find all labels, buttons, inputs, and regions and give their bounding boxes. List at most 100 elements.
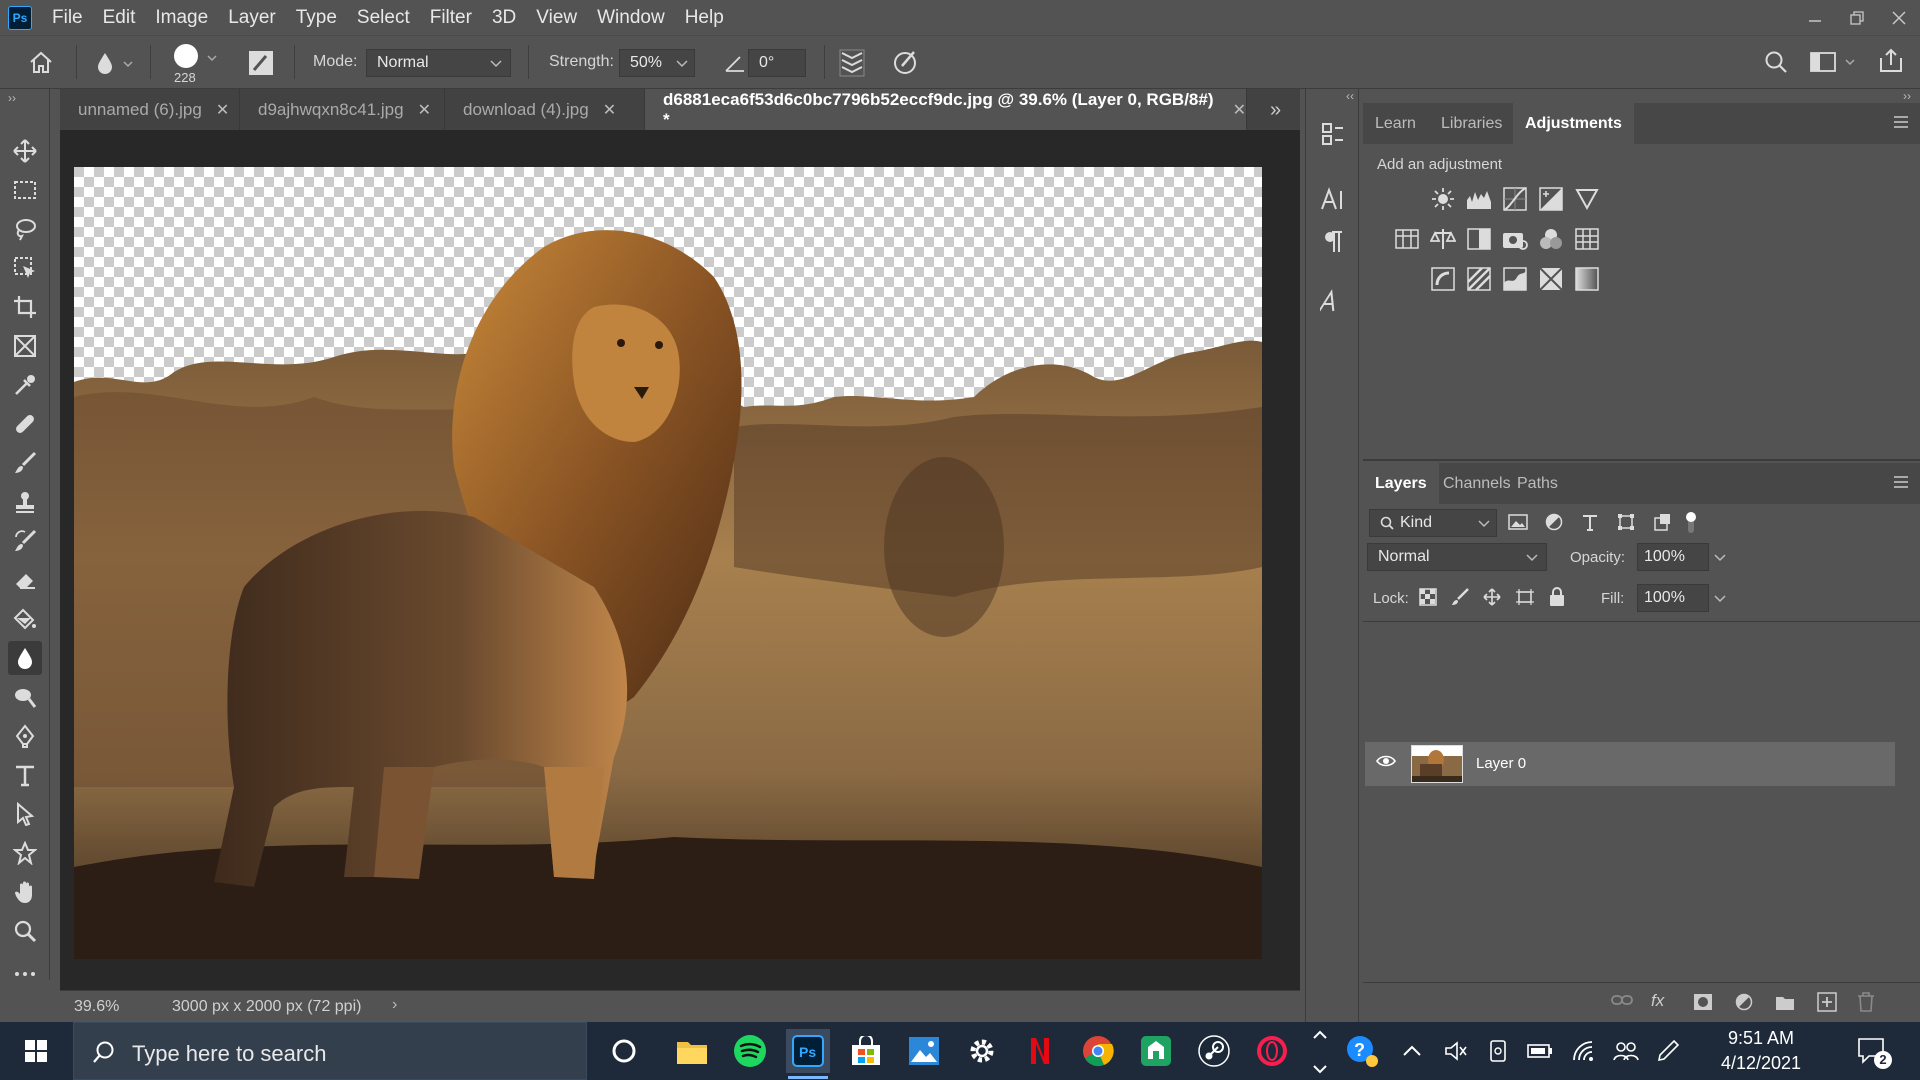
vibrance-button[interactable] <box>1573 185 1601 213</box>
paint-bucket-tool[interactable] <box>8 602 42 636</box>
pen-workspace-button[interactable] <box>1646 1029 1690 1073</box>
lasso-tool[interactable] <box>8 212 42 246</box>
color-lookup-button[interactable] <box>1573 225 1601 253</box>
close-window-button[interactable] <box>1878 0 1920 35</box>
home-button[interactable] <box>28 50 54 74</box>
new-layer-button[interactable] <box>1817 992 1837 1012</box>
blur-tool[interactable] <box>8 641 42 675</box>
layer-visibility-toggle[interactable] <box>1376 754 1396 768</box>
taskbar-scroll[interactable] <box>1308 1024 1332 1078</box>
filter-toggle-button[interactable] <box>1685 511 1697 533</box>
mode-select[interactable]: Normal <box>366 49 511 77</box>
marquee-tool[interactable] <box>8 173 42 207</box>
close-icon[interactable]: ✕ <box>1233 100 1246 120</box>
panel-menu-button[interactable] <box>1893 475 1909 489</box>
chrome-button[interactable] <box>1076 1029 1120 1073</box>
brush-size-picker[interactable]: 228 <box>168 42 220 86</box>
people-button[interactable] <box>1604 1029 1648 1073</box>
filter-pixel-button[interactable] <box>1508 513 1528 531</box>
menu-help[interactable]: Help <box>675 0 734 35</box>
history-panel-button[interactable] <box>1316 117 1350 151</box>
menu-filter[interactable]: Filter <box>420 0 482 35</box>
minimize-button[interactable] <box>1794 0 1836 35</box>
file-explorer-button[interactable] <box>670 1029 714 1073</box>
spotify-button[interactable] <box>728 1029 772 1073</box>
tab-overflow-icon[interactable]: » <box>1270 99 1281 122</box>
steam-button[interactable] <box>1192 1029 1236 1073</box>
status-menu-icon[interactable]: › <box>392 996 397 1014</box>
add-mask-button[interactable] <box>1693 993 1713 1011</box>
exposure-button[interactable] <box>1537 185 1565 213</box>
link-layers-button[interactable] <box>1611 993 1633 1007</box>
menu-select[interactable]: Select <box>347 0 420 35</box>
filter-adjustment-button[interactable] <box>1545 513 1563 531</box>
netflix-button[interactable] <box>1018 1029 1062 1073</box>
photoshop-logo[interactable]: Ps <box>8 5 32 30</box>
clone-stamp-tool[interactable] <box>8 485 42 519</box>
tab-download[interactable]: download (4).jpg ✕ <box>445 89 645 130</box>
character-panel-button[interactable] <box>1316 183 1350 217</box>
frame-tool[interactable] <box>8 329 42 363</box>
start-button[interactable] <box>14 1029 58 1073</box>
wifi-button[interactable] <box>1562 1029 1606 1073</box>
brightness-contrast-button[interactable] <box>1429 185 1457 213</box>
delete-layer-button[interactable] <box>1857 992 1875 1012</box>
angle-input[interactable]: 0° <box>748 49 806 77</box>
filter-type-button[interactable] <box>1581 513 1599 531</box>
help-tray-button[interactable]: ? <box>1340 1029 1384 1073</box>
dodge-tool[interactable] <box>8 680 42 714</box>
crop-tool[interactable] <box>8 290 42 324</box>
menu-layer[interactable]: Layer <box>218 0 286 35</box>
document-canvas[interactable] <box>74 167 1262 959</box>
panel-menu-button[interactable] <box>1893 115 1909 129</box>
tab-d9ajhwqxn8c41[interactable]: d9ajhwqxn8c41.jpg ✕ <box>240 89 445 130</box>
edit-toolbar-button[interactable] <box>8 957 42 991</box>
fill-input[interactable]: 100% <box>1637 584 1726 612</box>
path-selection-tool[interactable] <box>8 797 42 831</box>
sample-all-layers-toggle[interactable] <box>838 48 866 78</box>
opacity-input[interactable]: 100% <box>1637 543 1726 571</box>
photo-filter-button[interactable] <box>1501 225 1529 253</box>
volume-button[interactable] <box>1434 1029 1478 1073</box>
move-tool[interactable] <box>8 134 42 168</box>
brush-tool[interactable] <box>8 446 42 480</box>
zoom-level[interactable]: 39.6% <box>74 998 119 1016</box>
taskbar-search-box[interactable]: Type here to search <box>73 1022 587 1080</box>
menu-file[interactable]: File <box>42 0 93 35</box>
share-button[interactable] <box>1878 48 1904 74</box>
microsoft-store-button[interactable] <box>844 1029 888 1073</box>
object-selection-tool[interactable] <box>8 251 42 285</box>
blend-mode-select[interactable]: Normal <box>1367 543 1547 571</box>
settings-button[interactable] <box>960 1029 1004 1073</box>
curves-button[interactable] <box>1501 185 1529 213</box>
tab-learn[interactable]: Learn <box>1363 103 1428 144</box>
brush-settings-toggle[interactable] <box>248 50 274 76</box>
gradient-map-button[interactable] <box>1573 265 1601 293</box>
layer-filter-select[interactable]: Kind <box>1369 509 1497 537</box>
tab-paths[interactable]: Paths <box>1505 463 1570 504</box>
photoshop-taskbar-button[interactable]: Ps <box>786 1029 830 1073</box>
lock-image-pixels-button[interactable] <box>1451 588 1469 606</box>
show-hidden-icons-button[interactable] <box>1390 1029 1434 1073</box>
eraser-tool[interactable] <box>8 563 42 597</box>
threshold-button[interactable] <box>1501 265 1529 293</box>
workspace-switcher[interactable] <box>1810 51 1858 73</box>
collapse-panels-icon[interactable]: ›› <box>1903 89 1911 103</box>
selective-color-button[interactable] <box>1537 265 1565 293</box>
eyedropper-tool[interactable] <box>8 368 42 402</box>
filter-smart-object-button[interactable] <box>1653 513 1671 531</box>
lock-artboard-button[interactable] <box>1515 588 1535 606</box>
tab-active-document[interactable]: d6881eca6f53d6c0bc7796b52eccf9dc.jpg @ 3… <box>645 89 1247 130</box>
restore-button[interactable] <box>1836 0 1878 35</box>
close-icon[interactable]: ✕ <box>216 100 229 120</box>
new-adjustment-layer-button[interactable] <box>1735 993 1753 1011</box>
levels-button[interactable] <box>1465 185 1493 213</box>
black-white-button[interactable] <box>1465 225 1493 253</box>
posterize-button[interactable] <box>1465 265 1493 293</box>
tab-unnamed[interactable]: unnamed (6).jpg ✕ <box>60 89 240 130</box>
lock-transparent-button[interactable] <box>1419 588 1437 606</box>
glyphs-panel-button[interactable] <box>1316 285 1350 319</box>
zoom-tool[interactable] <box>8 914 42 948</box>
new-group-button[interactable] <box>1775 993 1795 1011</box>
layer-name[interactable]: Layer 0 <box>1476 755 1526 772</box>
